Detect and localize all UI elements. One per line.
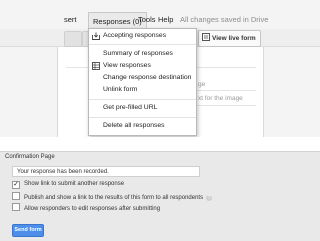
- menu-insert[interactable]: sert: [64, 15, 77, 24]
- responses-menu: Accepting responses Summary of responses…: [88, 28, 197, 136]
- field-fragment: xt for the image: [198, 95, 243, 102]
- checkbox[interactable]: [12, 203, 20, 211]
- option-label: Publish and show a link to the results o…: [24, 195, 204, 201]
- menu-help[interactable]: Help: [158, 15, 173, 24]
- menu-separator: [89, 44, 196, 45]
- save-status: All changes saved in Drive: [180, 15, 269, 24]
- option-publish-results[interactable]: Publish and show a link to the results o…: [12, 192, 213, 201]
- menu-separator: [89, 117, 196, 118]
- accepting-responses-icon: [92, 32, 100, 40]
- menu-item-change-response-destination[interactable]: Change response destination: [103, 74, 191, 81]
- menu-tools[interactable]: Tools: [138, 15, 156, 24]
- divider: [196, 90, 256, 91]
- option-label: Allow responders to edit responses after…: [24, 206, 161, 212]
- confirmation-page-panel: Confirmation Page Your response has been…: [0, 151, 320, 241]
- view-live-form-button[interactable]: View live form: [198, 30, 261, 47]
- spreadsheet-icon: [92, 62, 100, 70]
- divider: [196, 105, 256, 106]
- menu-item-unlink-form[interactable]: Unlink form: [103, 86, 137, 93]
- checkbox-checked[interactable]: ✓: [12, 181, 20, 189]
- help-icon[interactable]: ?: [206, 195, 213, 201]
- confirmation-message-input[interactable]: Your response has been recorded.: [12, 166, 200, 177]
- option-label: Show link to submit another response: [24, 181, 125, 187]
- section-label: Confirmation Page: [5, 154, 55, 160]
- option-show-another-response[interactable]: ✓ Show link to submit another response: [12, 181, 124, 189]
- field-fragment: ge: [198, 81, 206, 88]
- menu-separator: [89, 99, 196, 100]
- forms-editor: sert Responses (0) Tools Help All change…: [0, 0, 320, 137]
- menu-item-view-responses[interactable]: View responses: [103, 62, 151, 69]
- view-live-form-label: View live form: [212, 35, 256, 42]
- menu-item-delete-all-responses[interactable]: Delete all responses: [103, 122, 165, 129]
- menu-item-accepting-responses[interactable]: Accepting responses: [103, 32, 166, 39]
- menubar: sert Responses (0) Tools Help All change…: [0, 11, 320, 29]
- view-form-icon: [202, 33, 210, 41]
- menu-item-summary-of-responses[interactable]: Summary of responses: [103, 50, 173, 57]
- menu-item-get-prefilled-url[interactable]: Get pre-filled URL: [103, 104, 157, 111]
- send-form-button[interactable]: Send form: [12, 224, 44, 237]
- toolbar-button[interactable]: [64, 31, 82, 47]
- option-allow-edit[interactable]: Allow responders to edit responses after…: [12, 203, 160, 212]
- checkbox[interactable]: [12, 192, 20, 200]
